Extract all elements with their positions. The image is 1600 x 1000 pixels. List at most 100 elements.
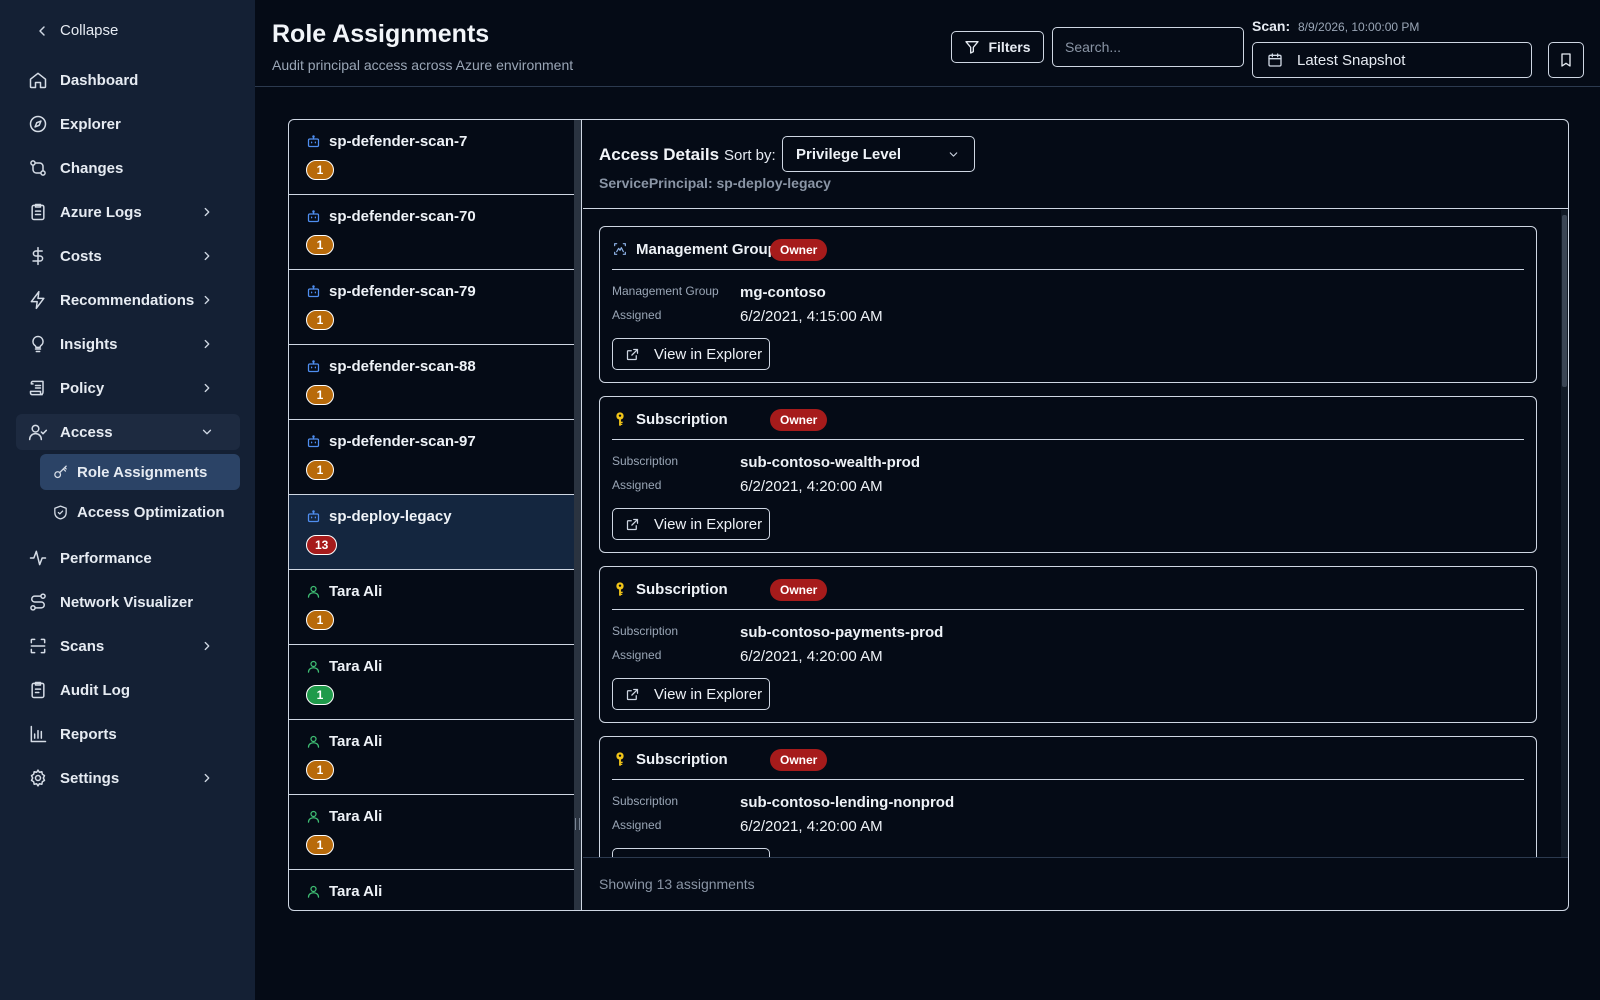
sidebar-item-policy[interactable]: Policy <box>16 370 240 406</box>
bookmark-icon <box>1558 52 1574 68</box>
sidebar-item-performance[interactable]: Performance <box>16 540 240 576</box>
filter-icon <box>964 39 980 55</box>
role-badge: Owner <box>770 579 828 601</box>
principal-name: sp-defender-scan-79 <box>329 283 476 300</box>
assignment-card: Subscription Owner Subscription sub-contoso… <box>599 396 1537 553</box>
collapse-button[interactable]: Collapse <box>34 22 118 39</box>
search-input[interactable] <box>1052 27 1244 67</box>
scan-label: Scan: <box>1252 18 1291 34</box>
sidebar-item-costs[interactable]: Costs <box>16 238 240 274</box>
chevron-right-icon <box>200 293 214 307</box>
sidebar-item-scans[interactable]: Scans <box>16 628 240 664</box>
key-icon <box>52 464 69 481</box>
sidebar-item-label: Role Assignments <box>77 463 208 481</box>
sidebar-item-dashboard[interactable]: Dashboard <box>16 62 240 98</box>
principal-row[interactable]: sp-defender-scan-88 1 <box>289 345 574 420</box>
assigned-date: 6/2/2021, 4:20:00 AM <box>740 818 883 835</box>
assigned-label: Assigned <box>612 648 662 662</box>
sidebar-item-explorer[interactable]: Explorer <box>16 106 240 142</box>
principal-row[interactable]: sp-defender-scan-97 1 <box>289 420 574 495</box>
cards-scrollbar-thumb[interactable] <box>1562 215 1567 387</box>
sidebar-item-recommendations[interactable]: Recommendations <box>16 282 240 318</box>
scope-label: Subscription <box>612 794 679 808</box>
sidebar-item-settings[interactable]: Settings <box>16 760 240 796</box>
home-icon <box>28 70 48 90</box>
principal-list-scrollbar[interactable] <box>574 120 581 910</box>
assignment-count-badge: 1 <box>306 460 334 480</box>
chevron-down-icon <box>200 425 214 439</box>
sidebar-item-label: Access Optimization <box>77 503 225 521</box>
principal-row[interactable]: sp-defender-scan-7 1 <box>289 120 574 195</box>
principal-row[interactable]: Tara Ali 1 <box>289 645 574 720</box>
scope-value: sub-contoso-payments-prod <box>740 624 944 641</box>
principal-name: sp-defender-scan-70 <box>329 208 476 225</box>
key-icon <box>612 751 628 767</box>
sidebar-item-insights[interactable]: Insights <box>16 326 240 362</box>
principal-name: sp-deploy-legacy <box>329 508 452 525</box>
sidebar-item-reports[interactable]: Reports <box>16 716 240 752</box>
scope-type: Management Group <box>636 241 777 258</box>
cards-scrollbar[interactable] <box>1561 210 1568 858</box>
clipboard-icon <box>28 202 48 222</box>
principal-name: Tara Ali <box>329 808 383 825</box>
principal-row[interactable]: sp-defender-scan-79 1 <box>289 270 574 345</box>
snapshot-select[interactable]: Latest Snapshot <box>1252 42 1532 78</box>
git-compare-icon <box>28 158 48 178</box>
view-in-explorer-button[interactable]: View in Explorer <box>612 508 770 540</box>
assignment-count-badge: 1 <box>306 685 334 705</box>
sidebar-item-access-optimization[interactable]: Access Optimization <box>40 494 240 530</box>
scope-label: Management Group <box>612 284 719 298</box>
sidebar-item-label: Scans <box>60 637 105 655</box>
bookmark-button[interactable] <box>1548 42 1584 78</box>
principal-row[interactable]: Tara Ali1 <box>289 720 574 795</box>
view-in-explorer-button[interactable]: View in Explorer <box>612 678 770 710</box>
principal-row[interactable]: sp-deploy-legacy 13 <box>289 495 574 570</box>
principal-name: Tara Ali <box>329 658 383 675</box>
sidebar: Collapse Dashboard Explorer Changes Azure L… <box>0 0 255 1000</box>
sidebar-item-azure-logs[interactable]: Azure Logs <box>16 194 240 230</box>
sidebar-item-label: Settings <box>60 769 120 787</box>
view-in-explorer-button[interactable]: View in Explorer <box>612 338 770 370</box>
principal-name: Tara Ali <box>329 733 383 750</box>
management-group-icon <box>612 241 628 257</box>
sidebar-item-label: Audit Log <box>60 681 130 699</box>
filters-button[interactable]: Filters <box>951 31 1044 63</box>
scope-type: Subscription <box>636 411 728 428</box>
principal-name: sp-defender-scan-7 <box>329 133 468 150</box>
bot-icon <box>306 509 321 524</box>
sidebar-item-network-visualizer[interactable]: Network Visualizer <box>16 584 240 620</box>
sidebar-item-label: Recommendations <box>60 291 195 309</box>
assigned-date: 6/2/2021, 4:15:00 AM <box>740 308 883 325</box>
sort-value: Privilege Level <box>796 145 902 163</box>
assignment-card: Management Group Owner Management Group mg-… <box>599 226 1537 383</box>
bot-icon <box>306 134 321 149</box>
key-icon <box>612 581 628 597</box>
sidebar-item-label: Dashboard <box>60 71 139 89</box>
principal-row[interactable]: Tara Ali1 <box>289 870 574 910</box>
collapse-label: Collapse <box>60 22 119 39</box>
sidebar-item-changes[interactable]: Changes <box>16 150 240 186</box>
assignment-card-header: Management Group Owner <box>612 227 1524 270</box>
chevron-left-icon <box>34 23 50 39</box>
principal-row[interactable]: sp-defender-scan-70 1 <box>289 195 574 270</box>
details-footer: Showing 13 assignments <box>583 857 1568 910</box>
principal-name: sp-defender-scan-88 <box>329 358 476 375</box>
page-subtitle: Audit principal access across Azure envi… <box>272 57 574 73</box>
scope-value: sub-contoso-wealth-prod <box>740 454 920 471</box>
sort-select[interactable]: Privilege Level <box>782 136 975 172</box>
sidebar-item-audit-log[interactable]: Audit Log <box>16 672 240 708</box>
external-link-icon <box>625 347 640 362</box>
resize-grip[interactable] <box>575 818 580 830</box>
bot-icon <box>306 209 321 224</box>
sidebar-item-access[interactable]: Access <box>16 414 240 450</box>
view-in-explorer-label: View in Explorer <box>654 515 763 533</box>
sidebar-item-label: Access <box>60 423 113 441</box>
principal-row[interactable]: Tara Ali1 <box>289 795 574 870</box>
sidebar-item-role-assignments[interactable]: Role Assignments <box>40 454 240 490</box>
assignment-count-badge: 1 <box>306 235 334 255</box>
principal-row[interactable]: Tara Ali1 <box>289 570 574 645</box>
sidebar-item-label: Costs <box>60 247 102 265</box>
user-check-icon <box>28 422 48 442</box>
selected-principal: ServicePrincipal: sp-deploy-legacy <box>599 175 831 191</box>
sidebar-item-label: Reports <box>60 725 117 743</box>
